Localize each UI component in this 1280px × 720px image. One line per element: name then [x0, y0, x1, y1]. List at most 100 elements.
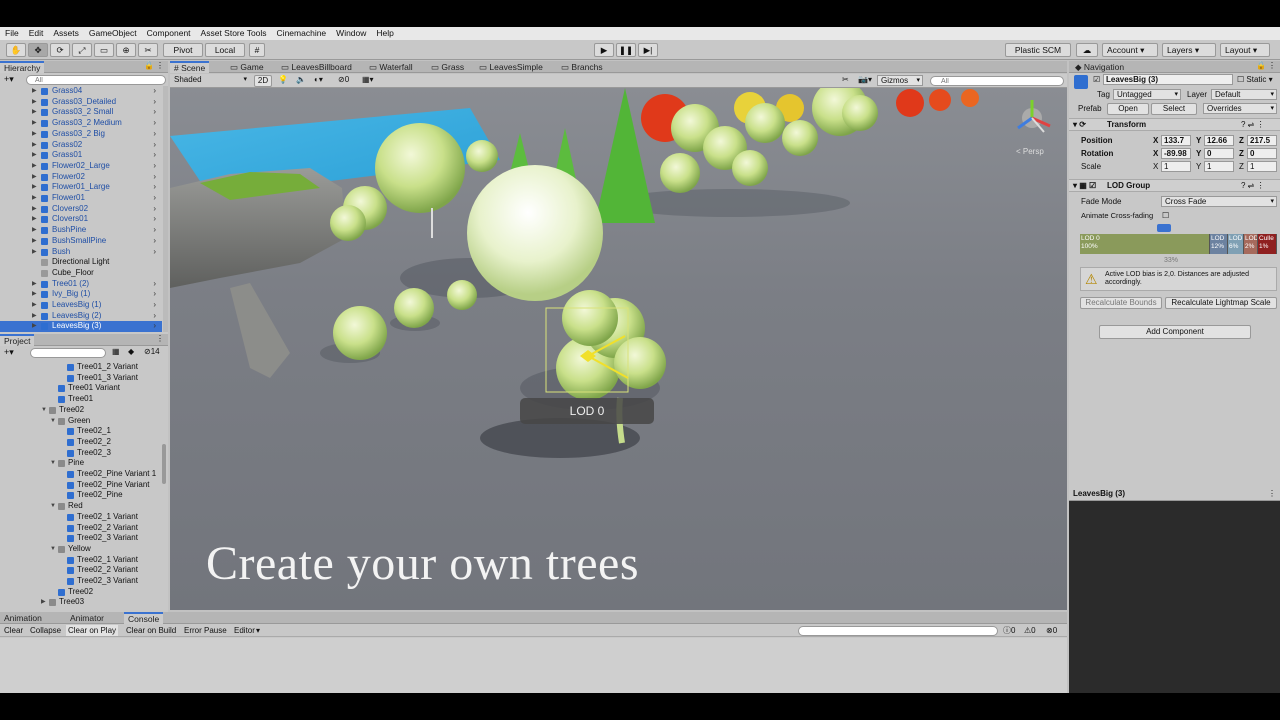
hand-tool-button[interactable]: ✋ [6, 43, 26, 57]
grid-snap-button[interactable]: # [249, 43, 265, 57]
project-scrollbar-thumb[interactable] [162, 444, 166, 484]
hierarchy-item[interactable]: ▶ Flower01 › [0, 193, 162, 204]
add-icon[interactable]: +▾ [4, 347, 14, 358]
lod-segment[interactable]: LOD 6% [1228, 234, 1244, 254]
open-prefab-chevron-icon[interactable]: › [153, 289, 156, 300]
expand-arrow-icon[interactable]: ▶ [32, 247, 37, 258]
add-icon[interactable]: +▾ [4, 74, 14, 85]
scene-viewport[interactable]: < Persp LOD 0 Create your own trees [170, 88, 1067, 610]
pause-button[interactable]: ❚❚ [616, 43, 636, 57]
menu-assets[interactable]: Assets [48, 27, 84, 40]
folder-expand-icon[interactable]: ▼ [50, 501, 56, 512]
project-folder[interactable]: ▼ Green [0, 416, 162, 427]
scene-orientation-gizmo[interactable] [1017, 100, 1051, 133]
project-asset[interactable]: Tree02_1 Variant [0, 512, 162, 523]
tab-scene[interactable]: # Scene [170, 61, 210, 73]
expand-arrow-icon[interactable]: ▶ [32, 161, 37, 172]
hierarchy-item[interactable]: Cube_Floor [0, 268, 162, 279]
position-x-field[interactable]: 133.7 [1161, 135, 1191, 146]
console-clear-button[interactable]: Clear [2, 625, 25, 636]
layout-dropdown[interactable]: Layout ▾ [1220, 43, 1270, 57]
expand-arrow-icon[interactable]: ▶ [32, 300, 37, 311]
open-prefab-chevron-icon[interactable]: › [153, 129, 156, 140]
position-y-field[interactable]: 12.66 [1204, 135, 1234, 146]
expand-arrow-icon[interactable]: ▶ [32, 214, 37, 225]
layers-dropdown[interactable]: Layers ▾ [1162, 43, 1216, 57]
project-asset[interactable]: Tree01_3 Variant [0, 373, 162, 384]
project-asset[interactable]: Tree02_3 Variant [0, 533, 162, 544]
hierarchy-item[interactable]: ▶ Grass02 › [0, 140, 162, 151]
open-prefab-chevron-icon[interactable]: › [153, 193, 156, 204]
hierarchy-item[interactable]: ▶ Clovers02 › [0, 204, 162, 215]
component-menu-icons[interactable]: ? ⇌ ⋮ [1241, 180, 1265, 191]
prefab-open-button[interactable]: Open [1107, 103, 1149, 115]
tag-dropdown[interactable]: Untagged [1113, 89, 1181, 100]
expand-arrow-icon[interactable]: ▶ [32, 97, 37, 108]
tab-navigation[interactable]: ◆ Navigation [1071, 61, 1128, 73]
layer-dropdown[interactable]: Default [1211, 89, 1277, 100]
menu-asset-store-tools[interactable]: Asset Store Tools [196, 27, 272, 40]
hierarchy-item[interactable]: ▶ Grass03_2 Medium › [0, 118, 162, 129]
project-asset[interactable]: Tree01 Variant [0, 383, 162, 394]
prefab-select-button[interactable]: Select [1151, 103, 1197, 115]
project-folder[interactable]: ▼ Yellow [0, 544, 162, 555]
hierarchy-item[interactable]: ▶ Ivy_Big (1) › [0, 289, 162, 300]
tools-icon[interactable]: ✂ [842, 75, 849, 84]
warning-count-toggle[interactable]: ⚠0 [1024, 625, 1036, 636]
lighting-toggle-icon[interactable]: 💡 [278, 75, 288, 84]
menu-cinemachine[interactable]: Cinemachine [272, 27, 332, 40]
expand-arrow-icon[interactable]: ▶ [32, 289, 37, 300]
hierarchy-scrollbar[interactable] [163, 86, 168, 332]
grid-toggle-icon[interactable]: ▦▾ [362, 75, 374, 84]
open-prefab-chevron-icon[interactable]: › [153, 161, 156, 172]
console-collapse-button[interactable]: Collapse [28, 625, 63, 636]
hierarchy-item[interactable]: ▶ Grass01 › [0, 150, 162, 161]
lod-segment[interactable]: LOD 2% [1244, 234, 1258, 254]
hierarchy-item[interactable]: ▶ LeavesBig (3) › [0, 321, 162, 333]
hidden-objects-toggle[interactable]: ⊘0 [338, 75, 349, 84]
menu-gameobject[interactable]: GameObject [84, 27, 142, 40]
hierarchy-item[interactable]: ▶ LeavesBig (2) › [0, 311, 162, 322]
hierarchy-item[interactable]: ▶ LeavesBig (1) › [0, 300, 162, 311]
open-prefab-chevron-icon[interactable]: › [153, 118, 156, 129]
recalculate-bounds-button[interactable]: Recalculate Bounds [1080, 297, 1162, 309]
folder-expand-icon[interactable]: ▼ [41, 405, 47, 416]
hierarchy-item[interactable]: ▶ BushSmallPine › [0, 236, 162, 247]
project-asset[interactable]: Tree02_2 Variant [0, 523, 162, 534]
expand-arrow-icon[interactable]: ▶ [32, 107, 37, 118]
shading-mode-dropdown[interactable]: Shaded [171, 75, 249, 86]
project-asset[interactable]: Tree02_Pine [0, 490, 162, 501]
console-search-input[interactable] [798, 626, 998, 636]
project-asset[interactable]: Tree02_1 Variant [0, 555, 162, 566]
menu-component[interactable]: Component [142, 27, 196, 40]
add-component-button[interactable]: Add Component [1099, 325, 1251, 339]
folder-expand-icon[interactable]: ▼ [50, 544, 56, 555]
more-menu-icon[interactable]: ⋮ [156, 61, 164, 70]
expand-arrow-icon[interactable]: ▶ [32, 150, 37, 161]
hierarchy-search-input[interactable] [26, 75, 166, 85]
lod-camera-slider[interactable] [1157, 224, 1171, 232]
tab-console[interactable]: Console [124, 612, 164, 624]
rotation-x-field[interactable]: -89.98 [1161, 148, 1191, 159]
toggle-2d-button[interactable]: 2D [254, 75, 272, 87]
active-checkbox[interactable]: ☑ [1093, 74, 1100, 85]
open-prefab-chevron-icon[interactable]: › [153, 321, 156, 332]
project-asset[interactable]: Tree02_Pine Variant 1 [0, 469, 162, 480]
project-asset[interactable]: Tree01 [0, 394, 162, 405]
hierarchy-item[interactable]: ▶ Clovers01 › [0, 214, 162, 225]
lock-icon[interactable]: 🔒 [144, 61, 154, 70]
pivot-toggle[interactable]: Pivot [163, 43, 203, 57]
scale-z-field[interactable]: 1 [1247, 161, 1277, 172]
console-clear-on-build-button[interactable]: Clear on Build [124, 625, 178, 636]
console-error-pause-button[interactable]: Error Pause [182, 625, 229, 636]
open-prefab-chevron-icon[interactable]: › [153, 140, 156, 151]
animate-crossfade-checkbox[interactable]: ☐ [1162, 210, 1170, 221]
project-asset[interactable]: Tree02_Pine Variant [0, 480, 162, 491]
folder-expand-icon[interactable]: ▼ [50, 458, 56, 469]
gizmos-dropdown[interactable]: Gizmos [877, 75, 923, 86]
expand-arrow-icon[interactable]: ▶ [32, 204, 37, 215]
menu-edit[interactable]: Edit [24, 27, 49, 40]
project-folder[interactable]: ▶ Tree03 [0, 597, 162, 608]
project-search-input[interactable] [30, 348, 106, 358]
open-prefab-chevron-icon[interactable]: › [153, 204, 156, 215]
